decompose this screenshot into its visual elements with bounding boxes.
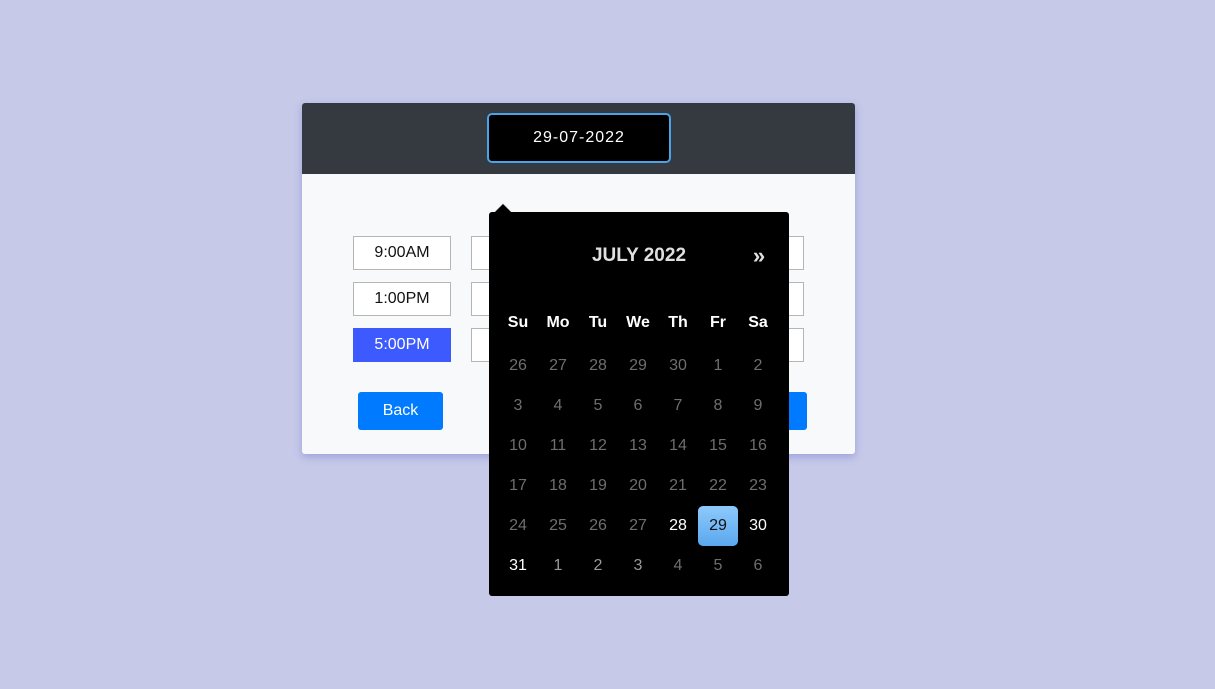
calendar-day: 7 — [673, 397, 683, 414]
calendar-day: 17 — [509, 477, 527, 494]
time-slot-2[interactable]: 5:00PM — [353, 328, 451, 362]
calendar-day: 4 — [673, 557, 683, 574]
calendar-day: 19 — [589, 477, 607, 494]
calendar-day: 13 — [629, 437, 647, 454]
calendar-day[interactable]: 3 — [618, 546, 658, 586]
weekday-label: Sa — [748, 314, 768, 331]
calendar-day: 16 — [749, 437, 767, 454]
calendar-day: 21 — [669, 477, 687, 494]
weekday-label: Mo — [546, 314, 570, 331]
calendar-day[interactable]: 31 — [498, 546, 538, 586]
calendar-day: 1 — [713, 357, 723, 374]
calendar-day: 23 — [749, 477, 767, 494]
calendar-day-selected[interactable]: 29 — [698, 506, 738, 546]
calendar-day: 24 — [509, 517, 527, 534]
date-input[interactable] — [487, 113, 671, 163]
calendar-day: 8 — [713, 397, 723, 414]
calendar-day: 20 — [629, 477, 647, 494]
calendar-day: 3 — [513, 397, 523, 414]
calendar-day: 4 — [553, 397, 563, 414]
calendar-day[interactable]: 2 — [578, 546, 618, 586]
calendar-day: 6 — [633, 397, 643, 414]
month-title: JULY 2022 — [591, 245, 687, 266]
calendar-day: 27 — [549, 357, 567, 374]
weekday-label: Th — [668, 314, 688, 331]
weekday-label: Tu — [588, 314, 608, 331]
calendar-day: 11 — [549, 437, 567, 454]
calendar-day[interactable]: 28 — [658, 506, 698, 546]
picker-caret-fill — [495, 204, 511, 212]
calendar-day: 27 — [629, 517, 647, 534]
calendar-day[interactable]: 1 — [538, 546, 578, 586]
calendar-day: 5 — [713, 557, 723, 574]
calendar-day: 22 — [709, 477, 727, 494]
calendar-day: 5 — [593, 397, 603, 414]
calendar-day: 12 — [589, 437, 607, 454]
calendar-day: 28 — [589, 357, 607, 374]
time-slot-0[interactable]: 9:00AM — [353, 236, 451, 270]
calendar-day: 26 — [589, 517, 607, 534]
weekday-label: Fr — [710, 314, 726, 331]
weekday-label: Su — [507, 314, 529, 331]
time-slot-1[interactable]: 1:00PM — [353, 282, 451, 316]
date-picker-popup: JULY 2022 » Su Mo Tu We Th Fr Sa 26 27 28 29 30 1 2 3 4… — [489, 212, 789, 596]
calendar-day: 14 — [669, 437, 687, 454]
calendar-day: 25 — [549, 517, 567, 534]
calendar-day: 30 — [669, 357, 687, 374]
calendar-day: 15 — [709, 437, 727, 454]
calendar-day[interactable]: 30 — [738, 506, 778, 546]
back-button[interactable]: Back — [358, 392, 443, 430]
card-header — [302, 103, 855, 174]
calendar-day: 10 — [509, 437, 527, 454]
calendar-day: 2 — [753, 357, 763, 374]
calendar-day: 9 — [753, 397, 763, 414]
calendar-day: 18 — [549, 477, 567, 494]
weekday-label: We — [626, 314, 650, 331]
calendar-day: 26 — [509, 357, 527, 374]
next-month-button[interactable]: » — [749, 243, 769, 269]
calendar-day: 6 — [753, 557, 763, 574]
calendar-day: 29 — [629, 357, 647, 374]
